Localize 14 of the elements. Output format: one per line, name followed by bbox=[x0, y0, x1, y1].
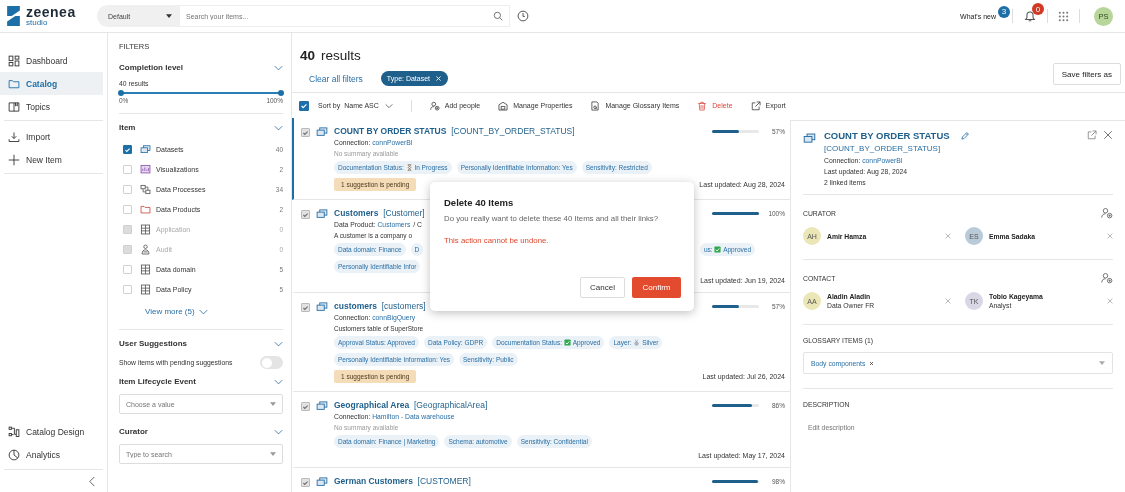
filter-title: Curator bbox=[119, 427, 148, 437]
detail-code: [COUNT_BY_ORDER_STATUS] bbox=[824, 144, 942, 153]
logo-wordmark: zeenea bbox=[26, 5, 76, 19]
count-badge: 3 bbox=[998, 5, 1010, 18]
dialog-title: Delete 40 Items bbox=[444, 197, 515, 208]
filter-title: Item Lifecycle Event bbox=[119, 377, 196, 387]
filter-title: Item bbox=[119, 123, 136, 132]
filter-title: Completion level bbox=[119, 63, 183, 72]
results-label: results bbox=[321, 48, 361, 63]
logo-subtitle: studio bbox=[26, 19, 49, 27]
filter-title: User Suggestions bbox=[119, 339, 187, 349]
result-count: 40 bbox=[300, 48, 316, 63]
count-badge: 0 bbox=[1032, 3, 1044, 15]
detail-title: COUNT BY ORDER STATUS bbox=[824, 130, 950, 141]
